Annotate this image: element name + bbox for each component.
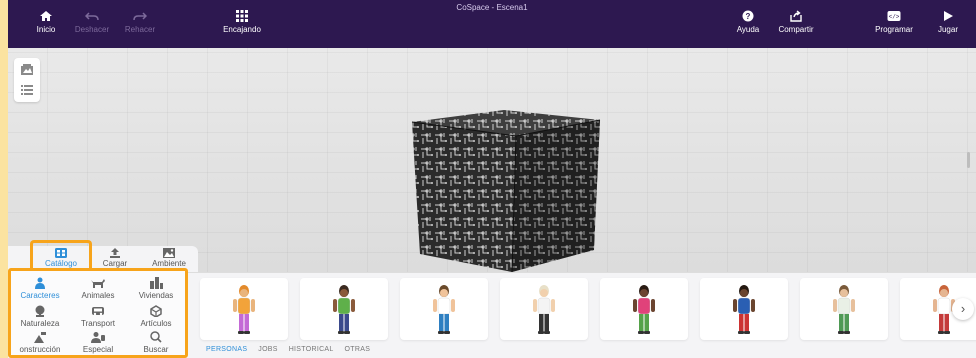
category-articulos[interactable]: Artículos [127, 304, 185, 332]
category-construccion-label: onstrucción [19, 345, 61, 354]
redo-icon [133, 12, 147, 21]
tab-cargar-label: Cargar [102, 259, 128, 268]
subtab-personas[interactable]: PERSONAS [206, 346, 247, 353]
character-card[interactable] [500, 278, 588, 340]
character-figure [533, 285, 555, 334]
character-figure [333, 285, 355, 334]
scene-viewport[interactable] [8, 48, 976, 274]
category-naturaleza-label: Naturaleza [20, 319, 60, 328]
home-icon [40, 11, 52, 21]
category-especial-label: Especial [82, 345, 114, 354]
subtab-jobs[interactable]: JOBS [258, 346, 277, 353]
code-label: Programar [875, 25, 913, 34]
top-toolbar: CoSpace - Escena1 Inicio Deshacer Rehace… [8, 0, 976, 48]
category-grid: Caracteres Animales Viviendas Naturaleza… [11, 272, 185, 356]
category-caracteres-label: Caracteres [20, 291, 60, 300]
person-icon [35, 277, 45, 289]
list-icon[interactable] [20, 84, 34, 96]
subcategory-tabs: PERSONAS JOBS HISTORICAL OTRAS [206, 346, 379, 356]
play-label: Jugar [937, 25, 958, 34]
app-window: CoSpace - Escena1 Inicio Deshacer Rehace… [8, 0, 976, 358]
play-icon [944, 11, 953, 21]
code-icon: </> [887, 11, 901, 21]
category-transport[interactable]: Transport [69, 304, 127, 332]
code-button[interactable]: </> Programar [864, 10, 924, 34]
snap-label: Encajando [223, 25, 261, 34]
category-viviendas[interactable]: Viviendas [127, 276, 185, 304]
share-label: Compartir [778, 25, 814, 34]
help-label: Ayuda [736, 25, 760, 34]
redo-button[interactable]: Rehacer [110, 10, 170, 34]
category-animales-label: Animales [81, 291, 115, 300]
tab-ambiente-label: Ambiente [152, 259, 186, 268]
animal-icon [91, 279, 105, 288]
category-naturaleza[interactable]: Naturaleza [11, 304, 69, 332]
character-figure [633, 285, 655, 334]
category-caracteres[interactable]: Caracteres [11, 276, 69, 304]
environment-icon [163, 248, 175, 258]
character-card[interactable] [200, 278, 288, 340]
character-card[interactable] [300, 278, 388, 340]
special-icon [91, 332, 105, 343]
next-page-button[interactable]: › [952, 298, 974, 320]
character-figure [833, 285, 855, 334]
subtab-otras[interactable]: OTRAS [345, 346, 371, 353]
play-button[interactable]: Jugar [918, 10, 976, 34]
category-especial[interactable]: Especial [69, 330, 127, 358]
share-button[interactable]: Compartir [766, 10, 826, 34]
character-card[interactable] [600, 278, 688, 340]
category-buscar-label: Buscar [143, 345, 169, 354]
character-figure [733, 285, 755, 334]
character-figure [233, 285, 255, 334]
upload-icon [110, 248, 120, 258]
help-icon: ? [742, 10, 754, 22]
construction-icon [34, 332, 46, 343]
home-label: Inicio [36, 25, 56, 34]
nature-icon [35, 305, 45, 317]
character-card[interactable] [700, 278, 788, 340]
category-articulos-label: Artículos [140, 319, 172, 328]
svg-text:</>: </> [889, 14, 900, 21]
chevron-right-icon: › [960, 301, 966, 316]
scene-objects-icon[interactable] [20, 64, 34, 76]
undo-icon [85, 12, 99, 21]
character-card[interactable] [800, 278, 888, 340]
items-icon [150, 305, 162, 317]
category-viviendas-label: Viviendas [138, 291, 174, 300]
svg-text:?: ? [746, 12, 751, 21]
subtab-historical[interactable]: HISTORICAL [289, 346, 334, 353]
catalog-tab-highlight [30, 240, 92, 270]
merge-cube[interactable] [406, 104, 602, 274]
category-transport-label: Transport [81, 319, 115, 328]
character-card[interactable] [400, 278, 488, 340]
search-icon [150, 331, 162, 343]
viewport-scroll-handle[interactable] [967, 152, 970, 168]
undo-label: Deshacer [74, 25, 110, 34]
side-tools [14, 58, 40, 102]
category-buscar[interactable]: Buscar [127, 330, 185, 358]
category-construccion[interactable]: onstrucción [11, 330, 69, 358]
building-icon [150, 277, 163, 289]
grid-icon [236, 10, 248, 22]
category-animales[interactable]: Animales [69, 276, 127, 304]
character-figure [433, 285, 455, 334]
share-icon [790, 10, 802, 22]
redo-label: Rehacer [124, 25, 156, 34]
snap-button[interactable]: Encajando [212, 10, 272, 34]
car-icon [92, 307, 104, 316]
